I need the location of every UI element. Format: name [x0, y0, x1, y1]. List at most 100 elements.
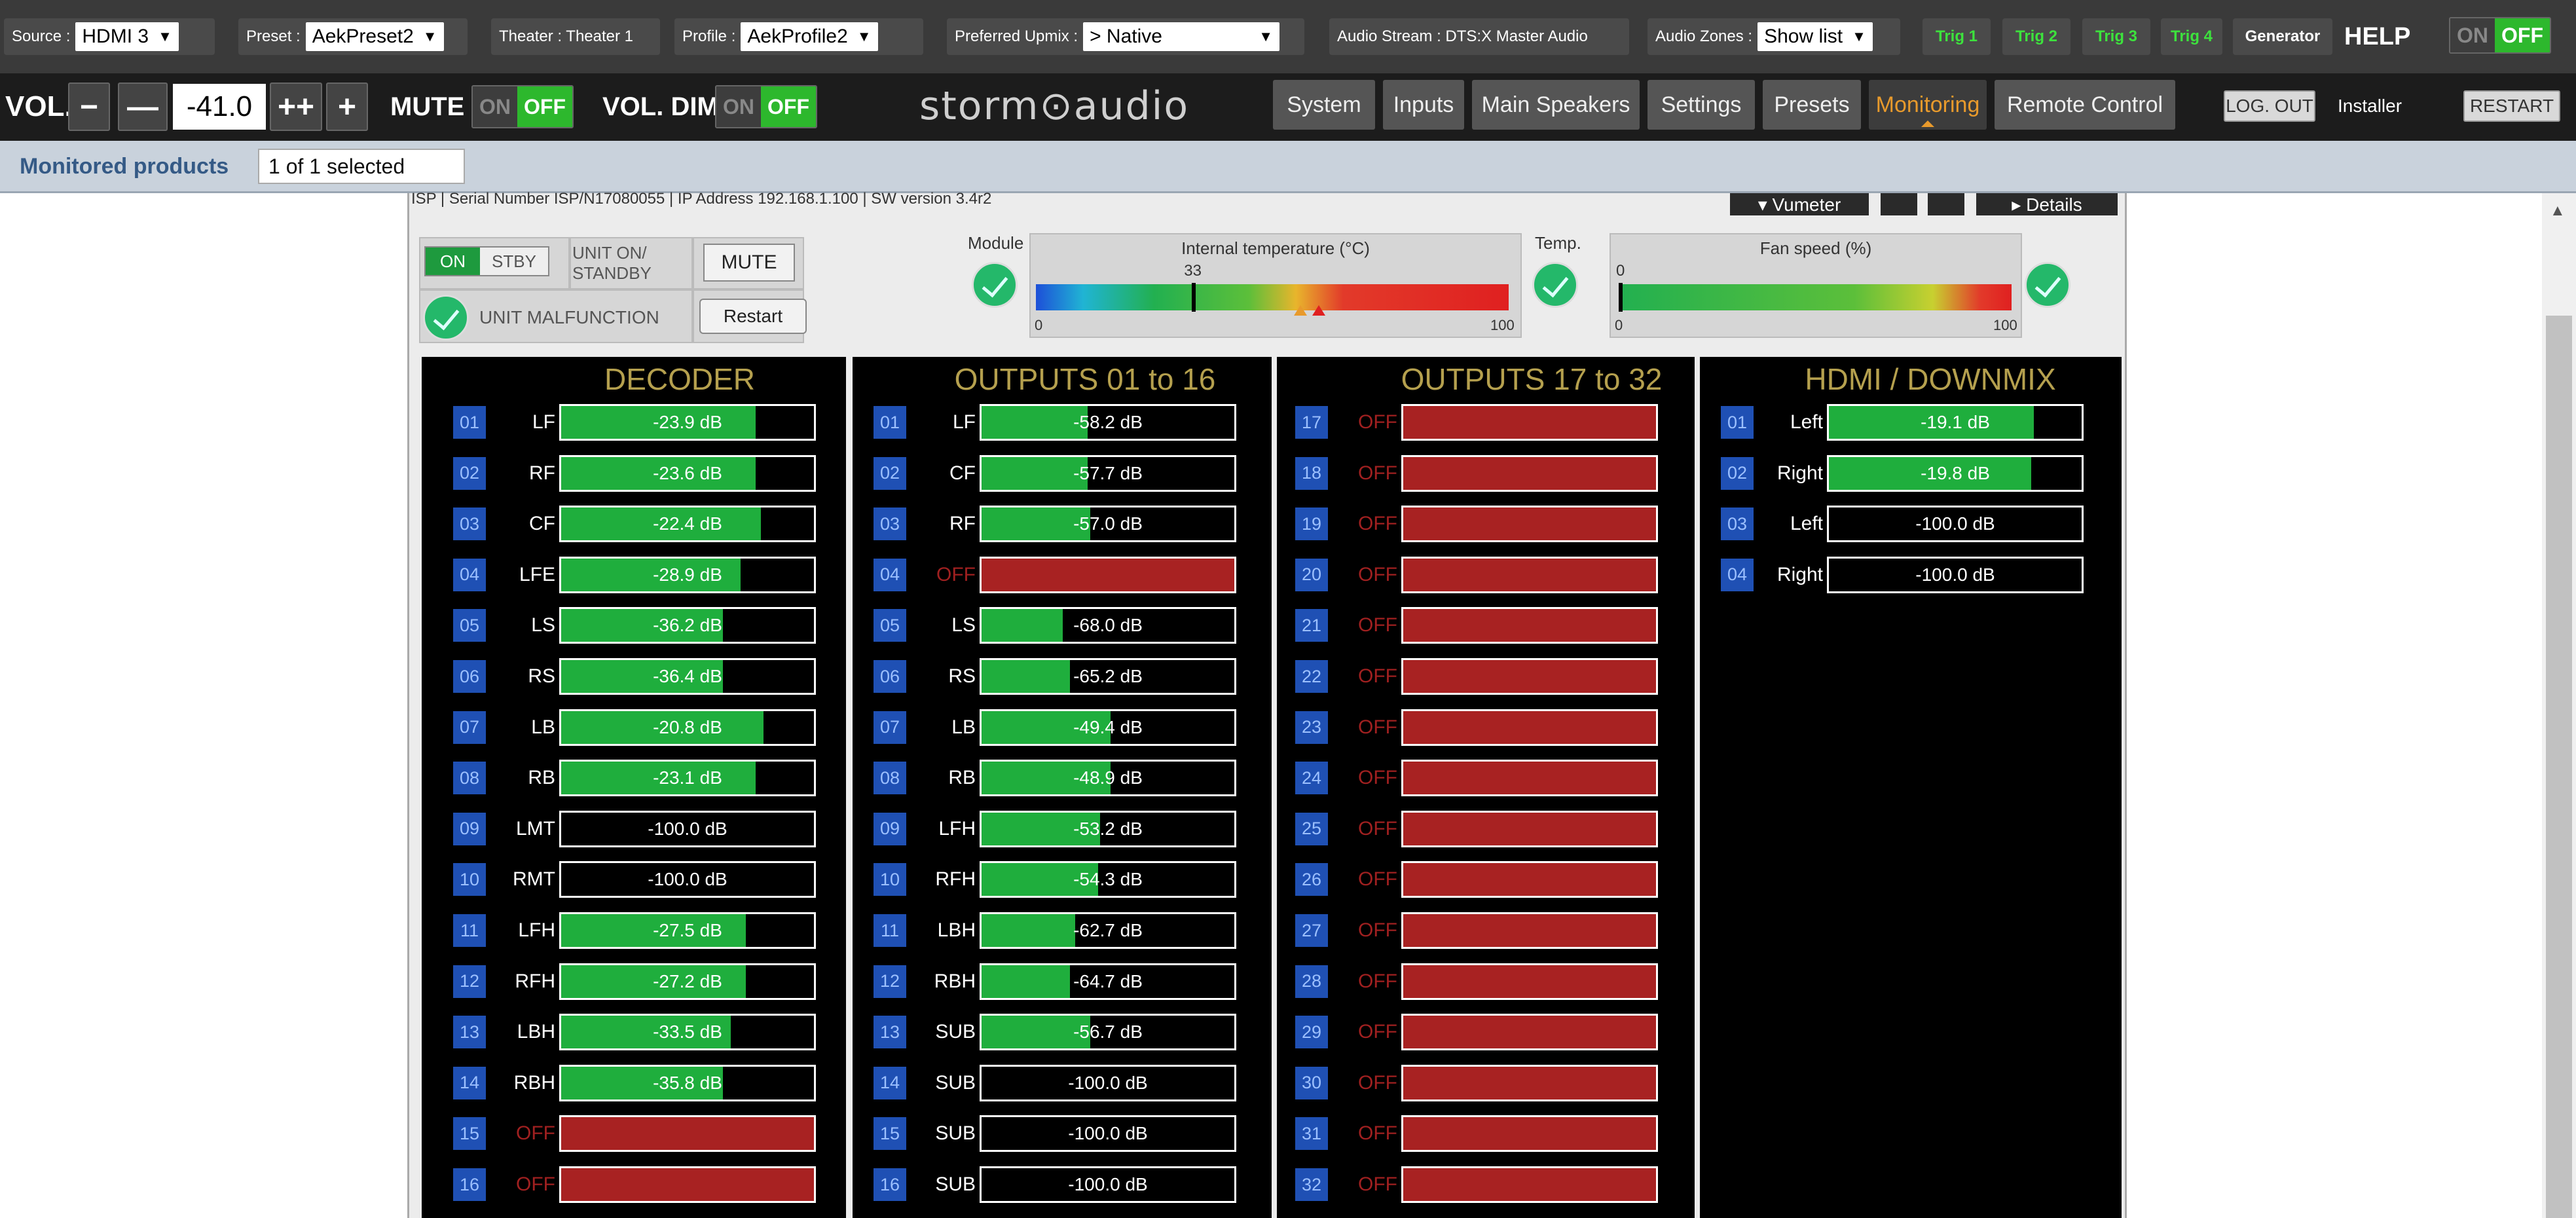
channel-number: 27 [1295, 914, 1328, 947]
channel-label: OFF [1358, 716, 1397, 738]
nav-system[interactable]: System [1273, 80, 1375, 130]
vumeter-button[interactable]: ▾ Vumeter [1730, 193, 1869, 215]
nav-settings[interactable]: Settings [1647, 80, 1755, 130]
help-toggle[interactable]: ON OFF [2449, 17, 2551, 54]
channel-label: SUB [935, 1173, 976, 1195]
level-meter: -65.2 dB [980, 658, 1236, 695]
level-meter [980, 556, 1236, 593]
channel-label: OFF [1358, 1122, 1397, 1145]
level-meter-value: -54.3 dB [1073, 869, 1143, 890]
on-option: ON [426, 248, 480, 275]
vol-minus-minus-button[interactable]: — [118, 83, 168, 131]
channel-number: 19 [1295, 507, 1328, 541]
level-meter-value: -36.2 dB [653, 615, 722, 636]
level-meter: -23.9 dB [559, 404, 816, 441]
warning-triangle-icon [1294, 305, 1307, 316]
channel-number: 10 [453, 863, 486, 896]
decoder-title: DECODER [604, 362, 756, 396]
unit-mute-button[interactable]: MUTE [703, 244, 795, 282]
nav-main-speakers[interactable]: Main Speakers [1472, 80, 1640, 130]
restart-button[interactable]: RESTART [2463, 90, 2560, 122]
details-button[interactable]: ▸ Details [1976, 193, 2118, 215]
trig-2-button[interactable]: Trig 2 [2002, 18, 2070, 55]
level-meter-value: -36.4 dB [653, 666, 722, 686]
mute-toggle[interactable]: ON OFF [471, 85, 574, 128]
channel-number: 05 [874, 609, 906, 642]
source-select[interactable]: Source : HDMI 3 ▼ [4, 18, 215, 55]
vol-dim-label: VOL. DIM [602, 92, 719, 121]
help-label: HELP [2344, 22, 2411, 50]
on-stby-toggle[interactable]: ON STBY [424, 246, 549, 276]
channel-number: 02 [1721, 456, 1754, 490]
channel-number: 03 [874, 507, 906, 541]
channel-label: Left [1790, 411, 1823, 433]
outputs-17-32-title: OUTPUTS 17 to 32 [1401, 362, 1663, 396]
level-meter [1401, 709, 1658, 746]
level-meter [1401, 454, 1658, 492]
logout-button[interactable]: LOG. OUT [2224, 90, 2315, 122]
channel-label: RFH [515, 970, 555, 992]
trig-1-button[interactable]: Trig 1 [1923, 18, 1991, 55]
level-meter-value: -100.0 dB [1068, 1123, 1148, 1144]
channel-label: LF [952, 411, 976, 433]
level-meter: -23.1 dB [559, 760, 816, 797]
channel-number: 13 [874, 1016, 906, 1049]
scroll-up-icon[interactable]: ▲ [2550, 202, 2566, 220]
level-meter: -48.9 dB [980, 760, 1236, 797]
trig-3-button[interactable]: Trig 3 [2082, 18, 2150, 55]
channel-number: 03 [1721, 507, 1754, 541]
nav-monitoring[interactable]: Monitoring [1869, 80, 1987, 130]
monitored-select[interactable]: 1 of 1 selected [258, 149, 465, 184]
level-meter: -33.5 dB [559, 1014, 816, 1051]
scrollbar-thumb[interactable] [2546, 316, 2572, 1218]
module-check-icon [972, 262, 1018, 308]
profile-select[interactable]: Profile : AekProfile2 ▼ [674, 18, 923, 55]
channel-label: Right [1776, 563, 1823, 585]
channel-number: 07 [874, 710, 906, 744]
channel-number: 12 [453, 965, 486, 998]
chart-icon[interactable] [1928, 193, 1964, 215]
channel-label: LS [951, 614, 976, 637]
audio-zones-select[interactable]: Audio Zones : Show list ▼ [1647, 18, 1900, 55]
channel-label: LF [532, 411, 555, 433]
vol-dim-toggle[interactable]: ON OFF [715, 85, 817, 128]
level-meter-value [1403, 1067, 1656, 1099]
vol-plus-plus-button[interactable]: ++ [270, 83, 322, 131]
level-meter-value: -100.0 dB [1068, 1174, 1148, 1194]
channel-number: 12 [874, 965, 906, 998]
profile-value: AekProfile2 [747, 26, 848, 47]
zones-label: Audio Zones : [1655, 28, 1753, 45]
vol-plus-button[interactable]: + [326, 83, 368, 131]
nav-presets[interactable]: Presets [1763, 80, 1861, 130]
channel-number: 29 [1295, 1016, 1328, 1049]
channel-number: 16 [453, 1168, 486, 1201]
level-meter [1401, 506, 1658, 543]
channel-label: RMT [513, 868, 555, 891]
level-meter-value [1403, 711, 1656, 744]
channel-number: 11 [453, 914, 486, 947]
channel-number: 25 [1295, 812, 1328, 845]
nav-remote-control[interactable]: Remote Control [1995, 80, 2175, 130]
audio-stream-label: Audio Stream : DTS:X Master Audio [1329, 18, 1629, 55]
volume-value[interactable]: -41.0 [173, 84, 266, 130]
preset-select[interactable]: Preset : AekPreset2 ▼ [238, 18, 468, 55]
gear-icon[interactable] [1881, 193, 1917, 215]
channel-label: LB [951, 716, 976, 738]
level-meter-value: -35.8 dB [653, 1072, 722, 1093]
upmix-select[interactable]: Preferred Upmix : > Native ▼ [947, 18, 1304, 55]
channel-label: OFF [1358, 868, 1397, 891]
generator-button[interactable]: Generator [2233, 18, 2332, 55]
level-meter-value: -68.0 dB [1073, 615, 1143, 636]
level-meter [1401, 963, 1658, 1000]
unit-restart-button[interactable]: Restart [699, 299, 807, 334]
monitored-products-bar: Monitored products 1 of 1 selected [0, 141, 2576, 193]
channel-number: 21 [1295, 609, 1328, 642]
vol-minus-button[interactable]: − [68, 83, 110, 131]
trig-4-button[interactable]: Trig 4 [2161, 18, 2222, 55]
level-meter-value: -20.8 dB [653, 716, 722, 737]
level-meter: -100.0 dB [980, 1166, 1236, 1203]
preset-value: AekPreset2 [312, 26, 414, 47]
channel-label: LB [531, 716, 555, 738]
nav-inputs[interactable]: Inputs [1383, 80, 1464, 130]
channel-number: 26 [1295, 863, 1328, 896]
